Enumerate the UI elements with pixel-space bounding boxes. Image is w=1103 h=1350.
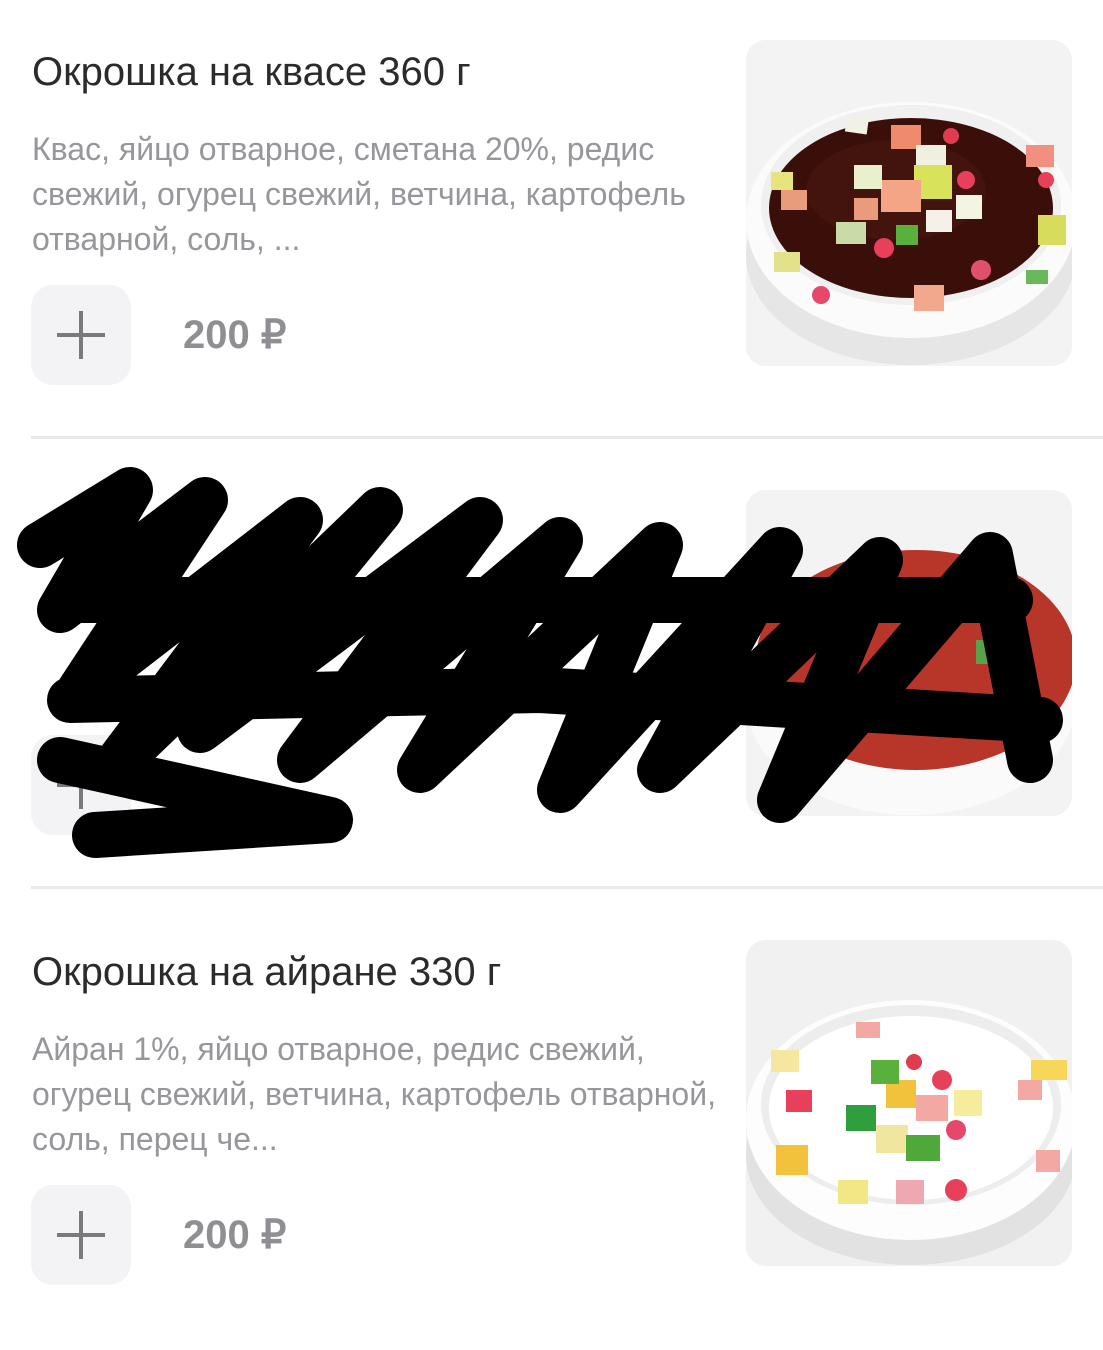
redaction-scribble <box>17 467 1063 858</box>
item-divider <box>31 436 1103 439</box>
item-price: 200 ₽ <box>183 313 287 357</box>
add-to-cart-button[interactable] <box>31 285 131 385</box>
item-description: Квас, яйцо отварное, сметана 20%, редис … <box>32 131 686 257</box>
item-price: 200 ₽ <box>183 1213 287 1257</box>
okroshka-kvas-photo[interactable] <box>746 40 1072 366</box>
okroshka-ayran-photo[interactable] <box>746 940 1072 1266</box>
item-description: Айран 1%, яйцо отварное, редис свежий, о… <box>32 1031 716 1157</box>
add-to-cart-button[interactable] <box>31 1185 131 1285</box>
menu-item-okroshka-kvas[interactable]: Окрошка на квасе 360 г Квас, яйцо отварн… <box>0 0 1103 450</box>
item-title: Окрошка на айране 330 г <box>32 950 502 994</box>
item-title: Окрошка на квасе 360 г <box>32 50 471 94</box>
item-divider <box>31 886 1103 889</box>
menu-item-okroshka-ayran[interactable]: Окрошка на айране 330 г Айран 1%, яйцо о… <box>0 900 1103 1350</box>
